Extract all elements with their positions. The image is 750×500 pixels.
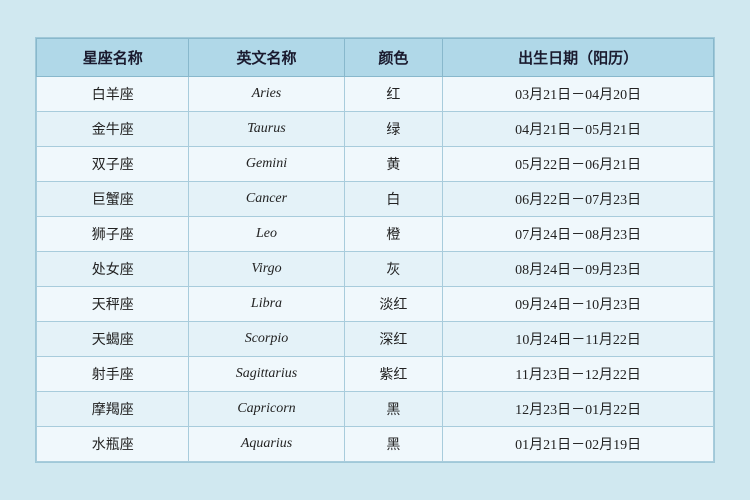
cell-chinese-name: 狮子座: [37, 217, 189, 252]
cell-chinese-name: 天蝎座: [37, 322, 189, 357]
cell-chinese-name: 双子座: [37, 147, 189, 182]
cell-english-name: Capricorn: [189, 392, 344, 427]
cell-date: 09月24日－10月23日: [443, 287, 714, 322]
cell-color: 白: [344, 182, 443, 217]
zodiac-table: 星座名称 英文名称 颜色 出生日期（阳历） 白羊座Aries红03月21日－04…: [36, 38, 714, 462]
table-row: 天蝎座Scorpio深红10月24日－11月22日: [37, 322, 714, 357]
table-row: 天秤座Libra淡红09月24日－10月23日: [37, 287, 714, 322]
table-row: 金牛座Taurus绿04月21日－05月21日: [37, 112, 714, 147]
cell-date: 06月22日－07月23日: [443, 182, 714, 217]
zodiac-table-container: 星座名称 英文名称 颜色 出生日期（阳历） 白羊座Aries红03月21日－04…: [35, 37, 715, 463]
cell-date: 11月23日－12月22日: [443, 357, 714, 392]
table-row: 射手座Sagittarius紫红11月23日－12月22日: [37, 357, 714, 392]
cell-color: 淡红: [344, 287, 443, 322]
table-row: 摩羯座Capricorn黑12月23日－01月22日: [37, 392, 714, 427]
cell-color: 红: [344, 77, 443, 112]
cell-date: 04月21日－05月21日: [443, 112, 714, 147]
cell-date: 03月21日－04月20日: [443, 77, 714, 112]
cell-date: 07月24日－08月23日: [443, 217, 714, 252]
table-row: 双子座Gemini黄05月22日－06月21日: [37, 147, 714, 182]
cell-color: 黑: [344, 427, 443, 462]
cell-english-name: Aquarius: [189, 427, 344, 462]
cell-date: 08月24日－09月23日: [443, 252, 714, 287]
cell-english-name: Virgo: [189, 252, 344, 287]
cell-date: 12月23日－01月22日: [443, 392, 714, 427]
cell-date: 05月22日－06月21日: [443, 147, 714, 182]
table-body: 白羊座Aries红03月21日－04月20日金牛座Taurus绿04月21日－0…: [37, 77, 714, 462]
cell-chinese-name: 金牛座: [37, 112, 189, 147]
cell-english-name: Gemini: [189, 147, 344, 182]
cell-english-name: Leo: [189, 217, 344, 252]
header-english-name: 英文名称: [189, 39, 344, 77]
cell-color: 黄: [344, 147, 443, 182]
cell-color: 紫红: [344, 357, 443, 392]
cell-color: 黑: [344, 392, 443, 427]
cell-color: 绿: [344, 112, 443, 147]
cell-chinese-name: 天秤座: [37, 287, 189, 322]
cell-english-name: Taurus: [189, 112, 344, 147]
cell-color: 橙: [344, 217, 443, 252]
table-header-row: 星座名称 英文名称 颜色 出生日期（阳历）: [37, 39, 714, 77]
table-row: 狮子座Leo橙07月24日－08月23日: [37, 217, 714, 252]
cell-english-name: Scorpio: [189, 322, 344, 357]
header-date: 出生日期（阳历）: [443, 39, 714, 77]
cell-chinese-name: 处女座: [37, 252, 189, 287]
cell-english-name: Cancer: [189, 182, 344, 217]
header-color: 颜色: [344, 39, 443, 77]
cell-date: 01月21日－02月19日: [443, 427, 714, 462]
cell-date: 10月24日－11月22日: [443, 322, 714, 357]
cell-chinese-name: 白羊座: [37, 77, 189, 112]
cell-chinese-name: 摩羯座: [37, 392, 189, 427]
cell-color: 灰: [344, 252, 443, 287]
table-row: 水瓶座Aquarius黑01月21日－02月19日: [37, 427, 714, 462]
cell-english-name: Libra: [189, 287, 344, 322]
header-chinese-name: 星座名称: [37, 39, 189, 77]
table-row: 巨蟹座Cancer白06月22日－07月23日: [37, 182, 714, 217]
cell-color: 深红: [344, 322, 443, 357]
cell-chinese-name: 射手座: [37, 357, 189, 392]
cell-english-name: Sagittarius: [189, 357, 344, 392]
cell-english-name: Aries: [189, 77, 344, 112]
table-row: 处女座Virgo灰08月24日－09月23日: [37, 252, 714, 287]
cell-chinese-name: 巨蟹座: [37, 182, 189, 217]
cell-chinese-name: 水瓶座: [37, 427, 189, 462]
table-row: 白羊座Aries红03月21日－04月20日: [37, 77, 714, 112]
